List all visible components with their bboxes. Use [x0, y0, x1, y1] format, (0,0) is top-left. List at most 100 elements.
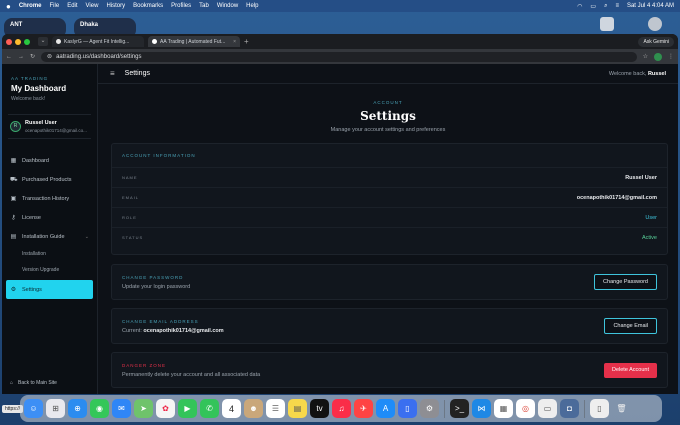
- tab-label: KaslyrG — Agent Fit Intellig...: [64, 38, 130, 45]
- info-value: Russel User: [625, 174, 657, 181]
- news-icon[interactable]: ✈: [354, 399, 373, 418]
- sheets-icon[interactable]: ▦: [494, 399, 513, 418]
- trash-icon[interactable]: 🗑: [612, 399, 631, 418]
- calendar-icon[interactable]: 4: [222, 399, 241, 418]
- vscode-icon[interactable]: ⋈: [472, 399, 491, 418]
- menu-app[interactable]: Chrome: [19, 3, 42, 9]
- maps-icon[interactable]: ➤: [134, 399, 153, 418]
- music-icon[interactable]: ♫: [332, 399, 351, 418]
- downloads-icon[interactable]: ▯: [590, 399, 609, 418]
- star-icon[interactable]: ☆: [643, 53, 648, 60]
- macos-dock: ☺ ⊞ ⊕ ◉ ✉ ➤ ✿ ▶ ✆ 4 ☻ ☰ ▤ tv ♫ ✈ A ▯ ⚙ >…: [20, 395, 662, 422]
- current-email-prefix: Current:: [122, 327, 142, 334]
- sidebar-item-dashboard[interactable]: ▦ Dashboard: [2, 151, 97, 170]
- control-center-icon[interactable]: ≡: [615, 3, 619, 9]
- reload-icon[interactable]: ↻: [30, 53, 35, 60]
- ask-gemini-button[interactable]: Ask Gemini: [638, 36, 674, 47]
- close-tab-icon[interactable]: ×: [233, 39, 236, 45]
- battery-icon[interactable]: ▭: [590, 3, 596, 10]
- notes-icon[interactable]: ▤: [288, 399, 307, 418]
- tab-kaslyrg[interactable]: KaslyrG — Agent Fit Intellig...: [52, 36, 144, 47]
- terminal-icon[interactable]: >_: [450, 399, 469, 418]
- change-password-card: CHANGE PASSWORD Update your login passwo…: [111, 264, 668, 300]
- window-thumbnail-icon[interactable]: [600, 17, 614, 31]
- search-icon[interactable]: ⌕: [604, 3, 607, 10]
- forward-arrow-icon[interactable]: →: [18, 54, 24, 60]
- wifi-icon[interactable]: ◠: [577, 3, 582, 10]
- apple-icon[interactable]: ●: [6, 2, 11, 11]
- close-window-button[interactable]: [6, 38, 12, 45]
- menu-window[interactable]: Window: [217, 3, 238, 9]
- menu-tab[interactable]: Tab: [199, 3, 209, 9]
- tv-icon[interactable]: tv: [310, 399, 329, 418]
- back-arrow-icon[interactable]: ←: [6, 54, 12, 60]
- facetime-icon[interactable]: ▶: [178, 399, 197, 418]
- dashboard-icon: ▦: [10, 158, 17, 164]
- mail-icon[interactable]: ✉: [112, 399, 131, 418]
- site-info-icon[interactable]: ⊜: [47, 53, 52, 60]
- menu-edit[interactable]: Edit: [67, 3, 77, 9]
- info-row-email: EMAIL ocenapothik01714@gmail.com: [112, 187, 667, 207]
- welcome-name: Russel: [647, 70, 666, 77]
- phone-icon[interactable]: ✆: [200, 399, 219, 418]
- sidebar-item-label: Dashboard: [22, 157, 49, 164]
- change-email-button[interactable]: Change Email: [604, 318, 657, 334]
- appstore-icon[interactable]: A: [376, 399, 395, 418]
- messages-icon[interactable]: ◉: [90, 399, 109, 418]
- sidebar-item-purchased-products[interactable]: ⛟ Purchased Products: [2, 170, 97, 189]
- info-key: STATUS: [122, 235, 144, 240]
- tab-search-icon[interactable]: ⌄: [38, 37, 48, 46]
- sidebar-item-installation-guide[interactable]: ▤ Installation Guide ⌄: [2, 227, 97, 246]
- info-row-name: NAME Russel User: [112, 167, 667, 187]
- delete-account-button[interactable]: Delete Account: [604, 362, 657, 378]
- sidebar: AA TRADING My Dashboard Welcome back! R …: [2, 64, 98, 394]
- change-password-button[interactable]: Change Password: [594, 274, 657, 290]
- danger-zone-desc: Permanently delete your account and all …: [122, 371, 261, 378]
- hamburger-menu-icon[interactable]: ≡: [110, 69, 115, 78]
- back-to-main-site-link[interactable]: ⌂ Back to Main Site: [10, 380, 57, 386]
- safari-icon[interactable]: ⊕: [68, 399, 87, 418]
- preview-icon[interactable]: ▭: [538, 399, 557, 418]
- settings-icon[interactable]: ⚙: [420, 399, 439, 418]
- launchpad-icon[interactable]: ⊞: [46, 399, 65, 418]
- url-text: aatrading.us/dashboard/settings: [56, 53, 142, 60]
- brand-eyebrow: AA TRADING: [11, 76, 49, 81]
- user-card: R Russel User ocenapothik01714@gmail.co.…: [8, 114, 91, 139]
- menubar-clock[interactable]: Sat Jul 4 4:04 AM: [627, 3, 674, 9]
- sidebar-subitem-version-upgrade[interactable]: Version Upgrade: [2, 262, 97, 278]
- files-icon[interactable]: ▯: [398, 399, 417, 418]
- sidebar-item-settings[interactable]: ⚙ Settings: [6, 280, 93, 299]
- sidebar-item-license[interactable]: ⚷ License: [2, 208, 97, 227]
- hero-subtitle: Manage your account settings and prefere…: [330, 127, 446, 133]
- chrome-icon[interactable]: ◎: [516, 399, 535, 418]
- menu-bookmarks[interactable]: Bookmarks: [133, 3, 163, 9]
- screenshot-icon[interactable]: ◘: [560, 399, 579, 418]
- lock-icon: ▣: [10, 196, 17, 202]
- menu-profiles[interactable]: Profiles: [171, 3, 191, 9]
- new-tab-button[interactable]: +: [244, 37, 249, 46]
- user-avatar-icon[interactable]: [648, 17, 662, 31]
- address-bar[interactable]: ⊜ aatrading.us/dashboard/settings: [41, 51, 637, 62]
- sidebar-item-transaction-history[interactable]: ▣ Transaction History: [2, 189, 97, 208]
- contacts-icon[interactable]: ☻: [244, 399, 263, 418]
- page-title: Settings: [124, 70, 150, 77]
- tab-aa-trading[interactable]: AA Trading | Automated Fut... ×: [148, 36, 240, 47]
- current-email-value: ocenapothik01714@gmail.com: [143, 327, 224, 334]
- menu-view[interactable]: View: [86, 3, 99, 9]
- chrome-window: ⌄ KaslyrG — Agent Fit Intellig... AA Tra…: [2, 34, 678, 394]
- menu-history[interactable]: History: [106, 3, 125, 9]
- minimize-window-button[interactable]: [15, 38, 21, 45]
- more-menu-icon[interactable]: ⋮: [668, 53, 674, 60]
- welcome-text: Welcome back, Russel: [609, 71, 666, 77]
- reminders-icon[interactable]: ☰: [266, 399, 285, 418]
- zoom-window-button[interactable]: [24, 38, 30, 45]
- menu-file[interactable]: File: [50, 3, 60, 9]
- photos-icon[interactable]: ✿: [156, 399, 175, 418]
- info-row-role: ROLE User: [112, 207, 667, 227]
- finder-icon[interactable]: ☺: [24, 399, 43, 418]
- sidebar-subitem-installation[interactable]: Installation: [2, 246, 97, 262]
- menu-help[interactable]: Help: [246, 3, 258, 9]
- page-content: AA TRADING My Dashboard Welcome back! R …: [2, 64, 678, 394]
- browser-toolbar: ← → ↻ ⊜ aatrading.us/dashboard/settings …: [2, 49, 678, 64]
- profile-avatar-icon[interactable]: [654, 52, 662, 61]
